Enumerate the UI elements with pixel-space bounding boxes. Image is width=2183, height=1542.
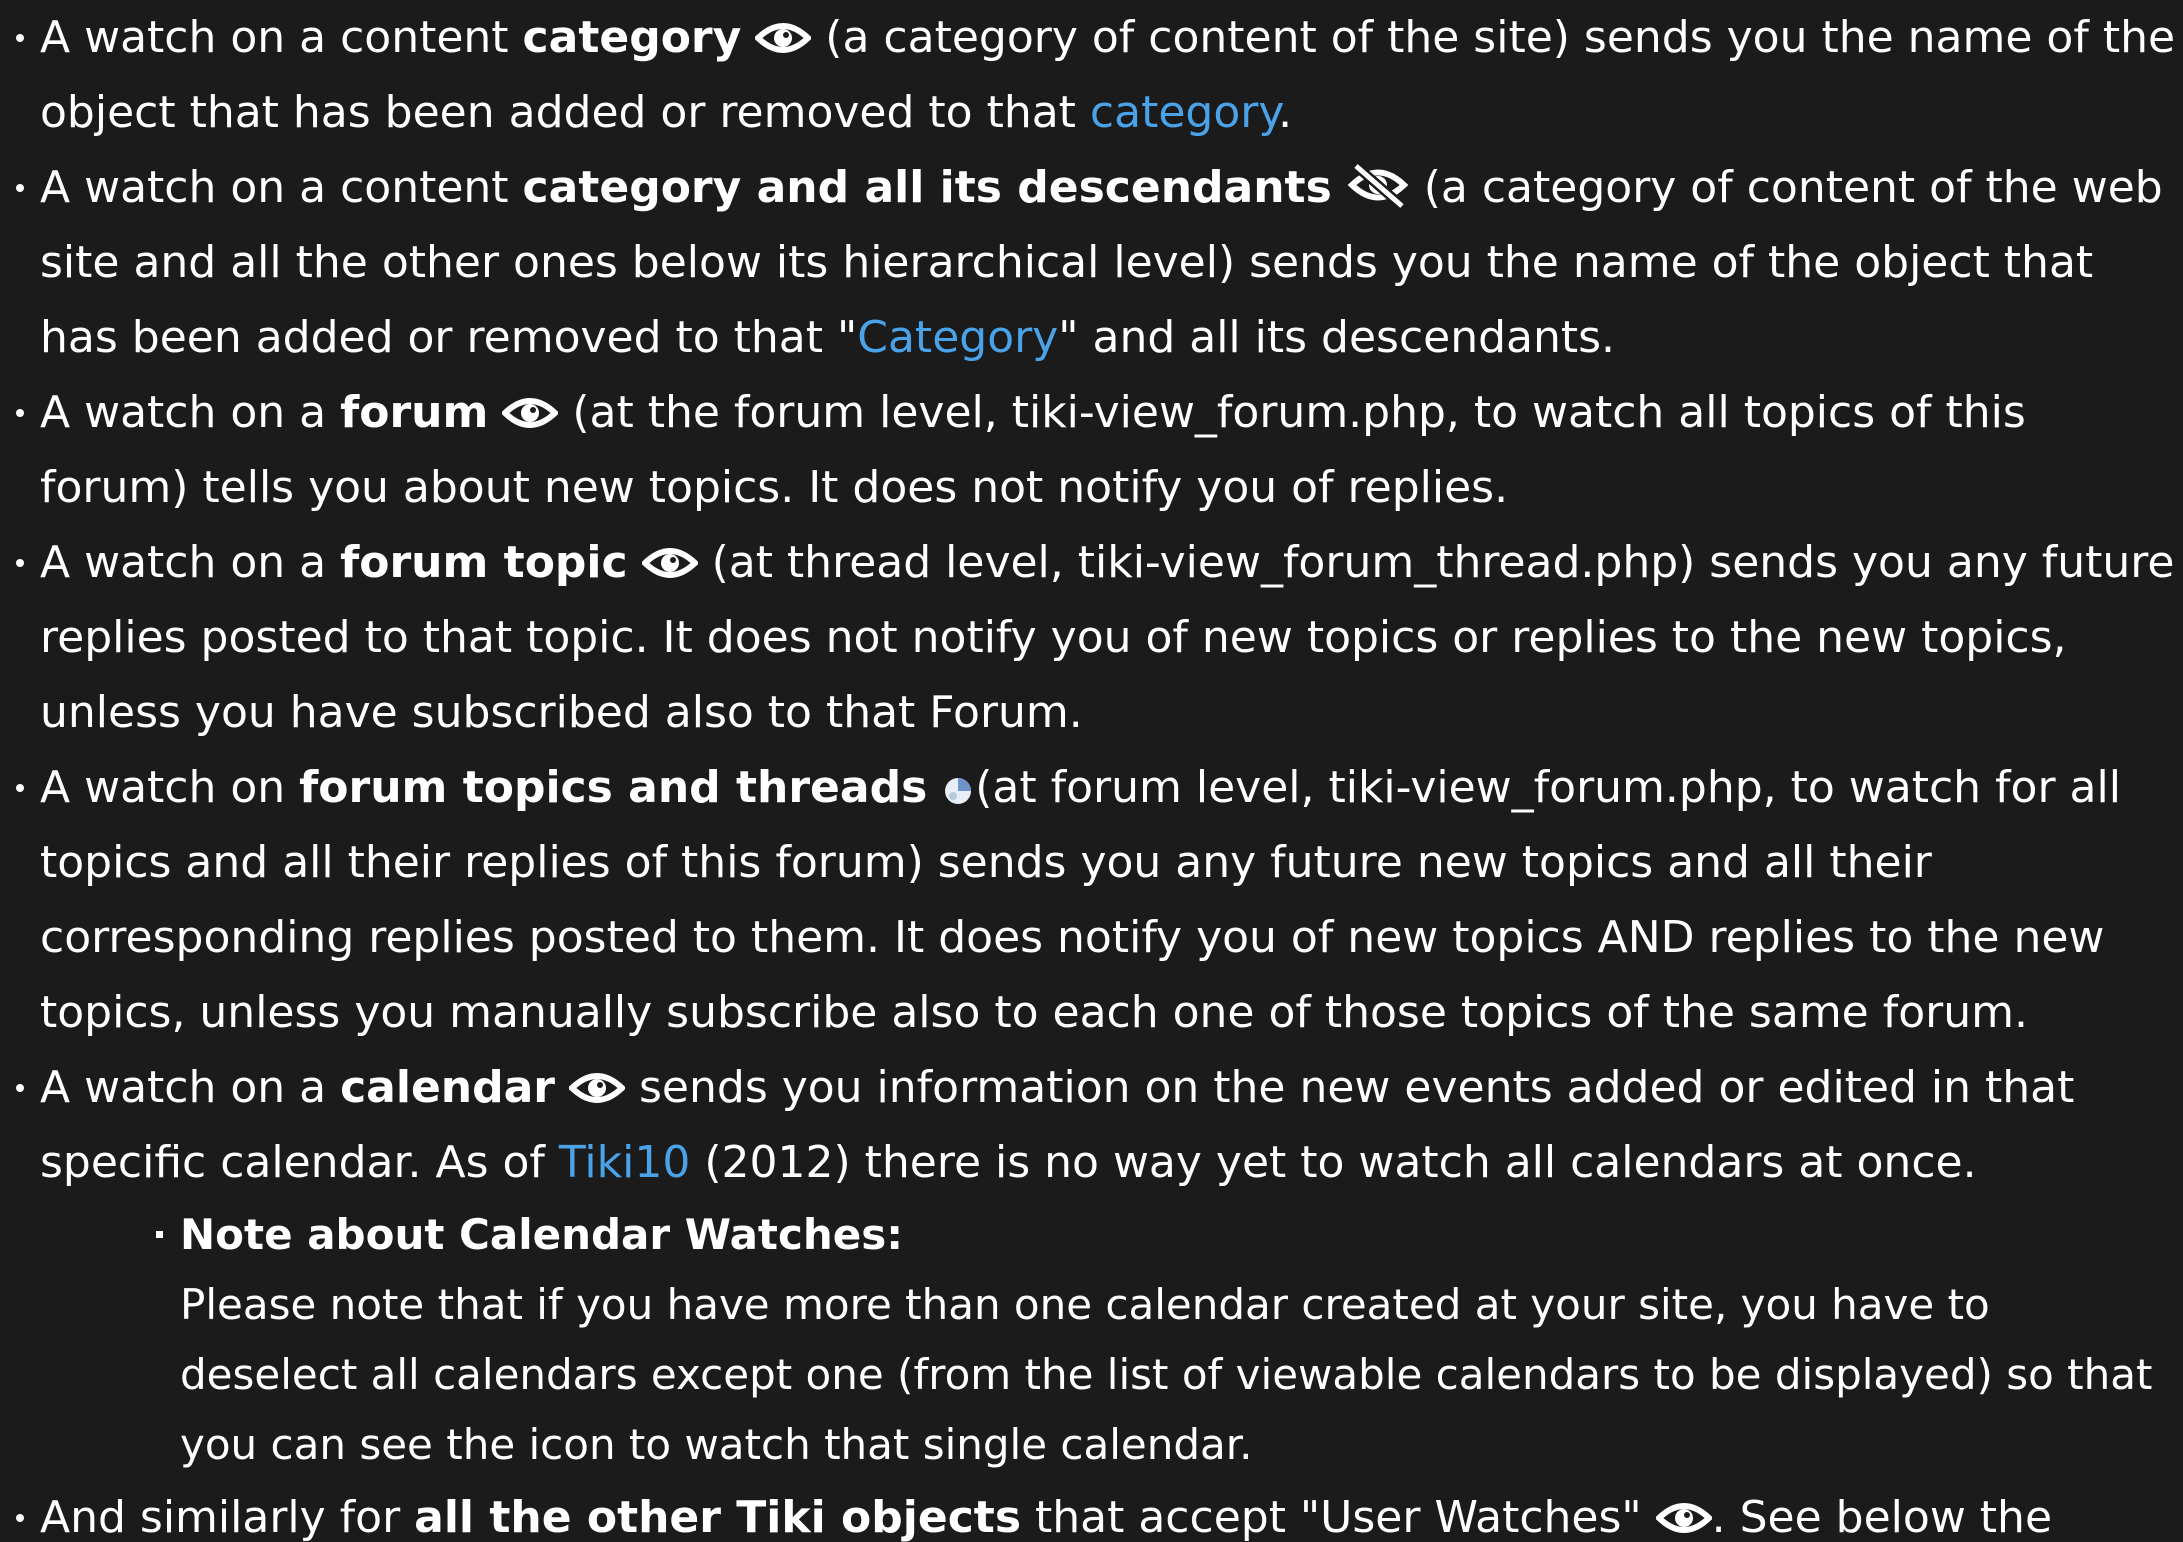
list-item-other-objects-watch: And similarly for all the other Tiki obj… [16, 1480, 2180, 1542]
calendar-note: Note about Calendar Watches: Please note… [156, 1200, 2180, 1480]
document-page: A watch on a content category (a categor… [0, 0, 2183, 1542]
item-prefix: A watch on a [40, 537, 341, 588]
calendar-note-title: Note about Calendar Watches: [180, 1210, 904, 1259]
calendar-note-body: Please note that if you have more than o… [180, 1280, 2153, 1469]
item-bold-term: category [522, 12, 742, 63]
item-text-end: . [1278, 87, 1293, 138]
category-link[interactable]: Category [857, 312, 1058, 363]
item-prefix: A watch on a content [40, 162, 523, 213]
item-prefix: And similarly for [40, 1492, 415, 1542]
eye-slash-icon[interactable] [1346, 162, 1410, 208]
item-text-end: . See below the [1711, 1492, 2053, 1542]
item-bold-term: forum topics and threads [299, 762, 928, 813]
item-text-end: (2012) there is no way yet to watch all … [690, 1137, 1977, 1188]
item-bold-term: all the other Tiki objects [414, 1492, 1022, 1542]
eye-icon[interactable] [641, 543, 698, 583]
item-prefix: A watch on a [40, 1062, 341, 1113]
eye-icon[interactable] [755, 18, 812, 58]
eye-icon[interactable] [502, 393, 559, 433]
list-item-forum-topic-watch: A watch on a forum topic (at thread leve… [16, 525, 2180, 750]
item-text-end: " and all its descendants. [1058, 312, 1616, 363]
item-text: that accept "User Watches" [1021, 1492, 1656, 1542]
item-bold-term: category and all its descendants [522, 162, 1332, 213]
item-bold-term: forum [340, 387, 489, 438]
list-item-category-watch: A watch on a content category (a categor… [16, 0, 2180, 150]
category-link[interactable]: category [1090, 87, 1278, 138]
item-bold-term: forum topic [340, 537, 628, 588]
item-bold-term: calendar [340, 1062, 556, 1113]
watch-types-list: A watch on a content category (a categor… [16, 0, 2180, 1542]
list-item-calendar-watch: A watch on a calendar sends you informat… [16, 1050, 2180, 1480]
list-item-forum-watch: A watch on a forum (at the forum level, … [16, 375, 2180, 525]
eye-icon[interactable] [569, 1068, 626, 1108]
item-prefix: A watch on a [40, 387, 341, 438]
item-prefix: A watch on a content [40, 12, 523, 63]
list-item-forum-topics-threads-watch: A watch on forum topics and threads (at … [16, 750, 2180, 1050]
calendar-note-list: Note about Calendar Watches: Please note… [40, 1200, 2180, 1480]
list-item-category-descendants-watch: A watch on a content category and all it… [16, 150, 2180, 375]
tiki10-link[interactable]: Tiki10 [559, 1137, 690, 1188]
item-prefix: A watch on [40, 762, 300, 813]
watch-topics-threads-icon[interactable] [941, 774, 975, 808]
eye-icon[interactable] [1655, 1498, 1712, 1538]
